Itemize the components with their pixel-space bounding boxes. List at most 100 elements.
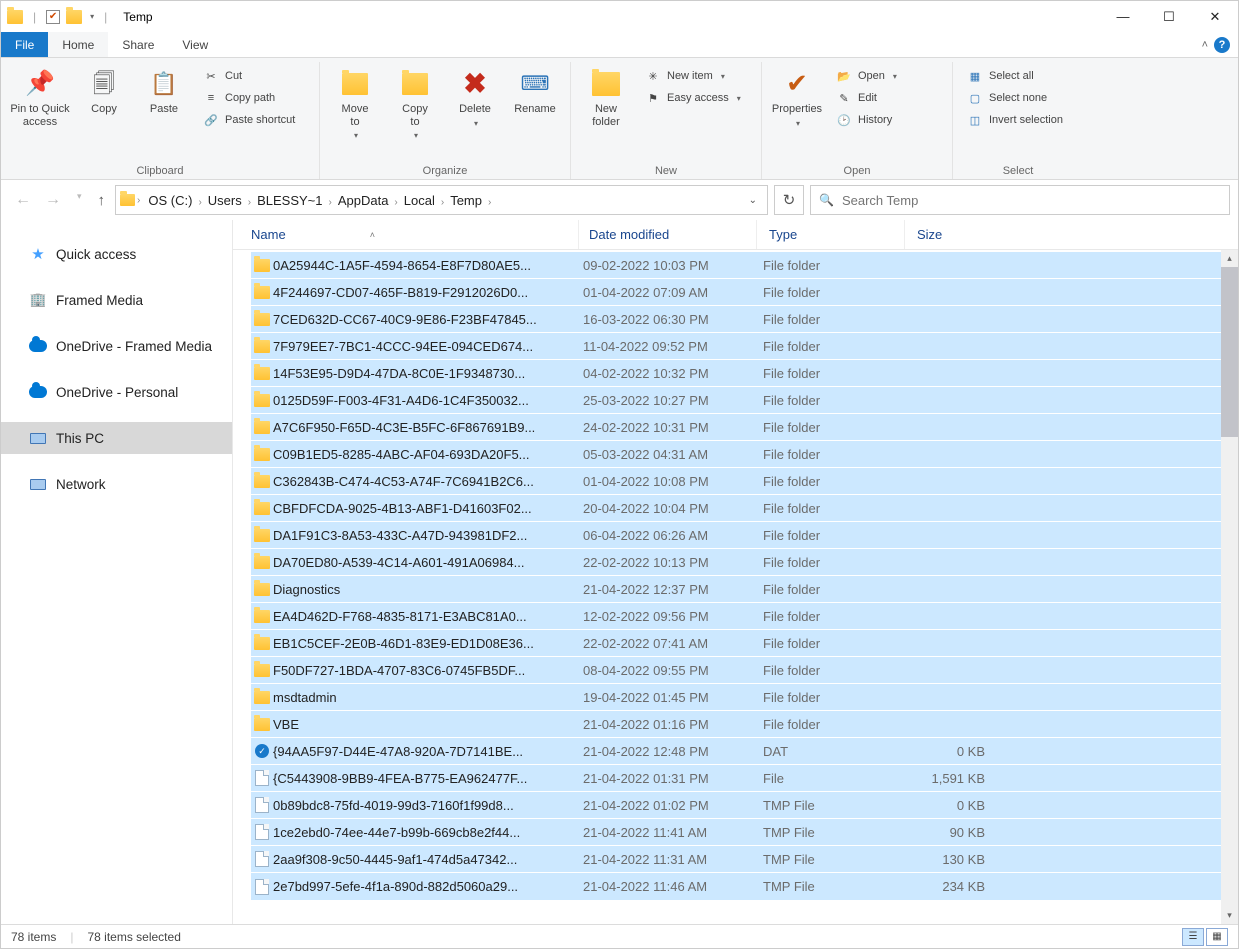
scroll-down-icon[interactable]: ▾ — [1221, 907, 1238, 924]
collapse-ribbon-icon[interactable]: ˄ — [1202, 39, 1208, 51]
nav-onedrive-framed[interactable]: OneDrive - Framed Media — [1, 330, 232, 362]
table-row[interactable]: EB1C5CEF-2E0B-46D1-83E9-ED1D08E36...22-0… — [251, 630, 1238, 657]
paste-shortcut-button[interactable]: 🔗Paste shortcut — [199, 110, 309, 130]
tab-view[interactable]: View — [168, 32, 222, 57]
forward-button[interactable]: → — [45, 191, 61, 209]
delete-button[interactable]: ✖ Delete▾ — [446, 64, 504, 132]
tab-file[interactable]: File — [1, 32, 48, 57]
qat-customize[interactable]: ▾ — [90, 12, 94, 21]
table-row[interactable]: 0A25944C-1A5F-4594-8654-E8F7D80AE5...09-… — [251, 252, 1238, 279]
breadcrumb-segment[interactable]: BLESSY~1 — [251, 193, 328, 208]
copy-path-button[interactable]: ≡Copy path — [199, 88, 309, 108]
table-row[interactable]: DA70ED80-A539-4C14-A601-491A06984...22-0… — [251, 549, 1238, 576]
table-row[interactable]: 7F979EE7-7BC1-4CCC-94EE-094CED674...11-0… — [251, 333, 1238, 360]
table-row[interactable]: 14F53E95-D9D4-47DA-8C0E-1F9348730...04-0… — [251, 360, 1238, 387]
table-row[interactable]: 0125D59F-F003-4F31-A4D6-1C4F350032...25-… — [251, 387, 1238, 414]
nav-onedrive-personal[interactable]: OneDrive - Personal — [1, 376, 232, 408]
open-button[interactable]: 📂Open▾ — [832, 66, 942, 86]
nav-network[interactable]: Network — [1, 468, 232, 500]
tab-share[interactable]: Share — [108, 32, 168, 57]
chevron-down-icon: ▾ — [474, 119, 478, 128]
table-row[interactable]: DA1F91C3-8A53-433C-A47D-943981DF2...06-0… — [251, 522, 1238, 549]
copy-button[interactable]: 🗐 Copy — [75, 64, 133, 120]
scroll-thumb[interactable] — [1221, 267, 1238, 437]
table-row[interactable]: ✓{94AA5F97-D44E-47A8-920A-7D7141BE...21-… — [251, 738, 1238, 765]
table-row[interactable]: msdtadmin19-04-2022 01:45 PMFile folder — [251, 684, 1238, 711]
folder-icon — [254, 556, 270, 569]
new-folder-button[interactable]: New folder — [577, 64, 635, 132]
paste-button[interactable]: 📋 Paste — [135, 64, 193, 120]
edit-button[interactable]: ✎Edit — [832, 88, 942, 108]
back-button[interactable]: ← — [15, 191, 31, 209]
details-view-button[interactable]: ☰ — [1182, 928, 1204, 946]
nav-framed-media[interactable]: 🏢Framed Media — [1, 284, 232, 316]
table-row[interactable]: A7C6F950-F65D-4C3E-B5FC-6F867691B9...24-… — [251, 414, 1238, 441]
rename-button[interactable]: ⌨ Rename — [506, 64, 564, 120]
breadcrumb-segment[interactable]: AppData — [332, 193, 395, 208]
recent-locations-button[interactable]: ▾ — [77, 191, 82, 209]
move-to-button[interactable]: Move to▾ — [326, 64, 384, 144]
properties-button[interactable]: ✔ Properties▾ — [768, 64, 826, 132]
cell-type: File folder — [757, 285, 905, 300]
table-row[interactable]: F50DF727-1BDA-4707-83C6-0745FB5DF...08-0… — [251, 657, 1238, 684]
table-row[interactable]: Diagnostics21-04-2022 12:37 PMFile folde… — [251, 576, 1238, 603]
scroll-up-icon[interactable]: ▴ — [1221, 250, 1238, 267]
header-date[interactable]: Date modified — [579, 220, 757, 249]
cut-button[interactable]: ✂Cut — [199, 66, 309, 86]
up-button[interactable]: ↑ — [94, 192, 110, 209]
table-row[interactable]: C362843B-C474-4C53-A74F-7C6941B2C6...01-… — [251, 468, 1238, 495]
sync-icon: ✓ — [255, 744, 269, 758]
chevron-right-icon[interactable]: › — [488, 197, 491, 208]
search-box[interactable]: 🔍 — [810, 185, 1230, 215]
refresh-button[interactable]: ↻ — [774, 185, 804, 215]
breadcrumb-segment[interactable]: Temp — [444, 193, 488, 208]
table-row[interactable]: 7CED632D-CC67-40C9-9E86-F23BF47845...16-… — [251, 306, 1238, 333]
address-dropdown[interactable]: ⌄ — [743, 195, 763, 206]
copyto-icon — [402, 73, 428, 95]
folder-icon — [254, 664, 270, 677]
table-row[interactable]: 1ce2ebd0-74ee-44e7-b99b-669cb8e2f44...21… — [251, 819, 1238, 846]
invert-selection-button[interactable]: ◫Invert selection — [963, 110, 1073, 130]
nav-this-pc[interactable]: This PC — [1, 422, 232, 454]
easy-access-button[interactable]: ⚑Easy access▾ — [641, 88, 751, 108]
cell-date: 21-04-2022 01:02 PM — [579, 798, 757, 813]
file-icon — [255, 770, 269, 786]
folder-icon — [254, 313, 270, 326]
nav-quick-access[interactable]: ★Quick access — [1, 238, 232, 270]
table-row[interactable]: 2e7bd997-5efe-4f1a-890d-882d5060a29...21… — [251, 873, 1238, 900]
table-row[interactable]: CBFDFCDA-9025-4B13-ABF1-D41603F02...20-0… — [251, 495, 1238, 522]
table-row[interactable]: 0b89bdc8-75fd-4019-99d3-7160f1f99d8...21… — [251, 792, 1238, 819]
select-none-button[interactable]: ▢Select none — [963, 88, 1073, 108]
search-input[interactable] — [842, 193, 1221, 208]
qat-properties[interactable]: ✔ — [46, 10, 60, 24]
breadcrumb-segment[interactable]: OS (C:) — [142, 193, 198, 208]
tab-home[interactable]: Home — [48, 32, 108, 57]
copy-to-button[interactable]: Copy to▾ — [386, 64, 444, 144]
header-type[interactable]: Type — [757, 220, 905, 249]
pin-to-quick-access-button[interactable]: 📌 Pin to Quick access — [7, 64, 73, 132]
history-button[interactable]: 🕑History — [832, 110, 942, 130]
table-row[interactable]: VBE21-04-2022 01:16 PMFile folder — [251, 711, 1238, 738]
new-item-button[interactable]: ✳New item▾ — [641, 66, 751, 86]
breadcrumb-segment[interactable]: Local — [398, 193, 441, 208]
qat-newfolder[interactable] — [66, 10, 82, 24]
help-icon[interactable]: ? — [1214, 37, 1230, 53]
address-bar[interactable]: › OS (C:)›Users›BLESSY~1›AppData›Local›T… — [115, 185, 768, 215]
table-row[interactable]: 4F244697-CD07-465F-B819-F2912026D0...01-… — [251, 279, 1238, 306]
breadcrumb-segment[interactable]: Users — [202, 193, 248, 208]
cell-name: 0b89bdc8-75fd-4019-99d3-7160f1f99d8... — [273, 798, 579, 813]
table-row[interactable]: C09B1ED5-8285-4ABC-AF04-693DA20F5...05-0… — [251, 441, 1238, 468]
close-button[interactable]: ✕ — [1192, 1, 1238, 32]
chevron-right-icon[interactable]: › — [137, 195, 140, 206]
maximize-button[interactable]: ☐ — [1146, 1, 1192, 32]
scrollbar[interactable]: ▴ ▾ — [1221, 250, 1238, 924]
table-row[interactable]: {C5443908-9BB9-4FEA-B775-EA962477F...21-… — [251, 765, 1238, 792]
table-row[interactable]: EA4D462D-F768-4835-8171-E3ABC81A0...12-0… — [251, 603, 1238, 630]
header-name[interactable]: Name˄ — [251, 220, 579, 249]
minimize-button[interactable]: — — [1100, 1, 1146, 32]
header-size[interactable]: Size — [905, 220, 1003, 249]
select-all-button[interactable]: ▦Select all — [963, 66, 1073, 86]
thumbnails-view-button[interactable]: ▦ — [1206, 928, 1228, 946]
cell-date: 01-04-2022 07:09 AM — [579, 285, 757, 300]
table-row[interactable]: 2aa9f308-9c50-4445-9af1-474d5a47342...21… — [251, 846, 1238, 873]
